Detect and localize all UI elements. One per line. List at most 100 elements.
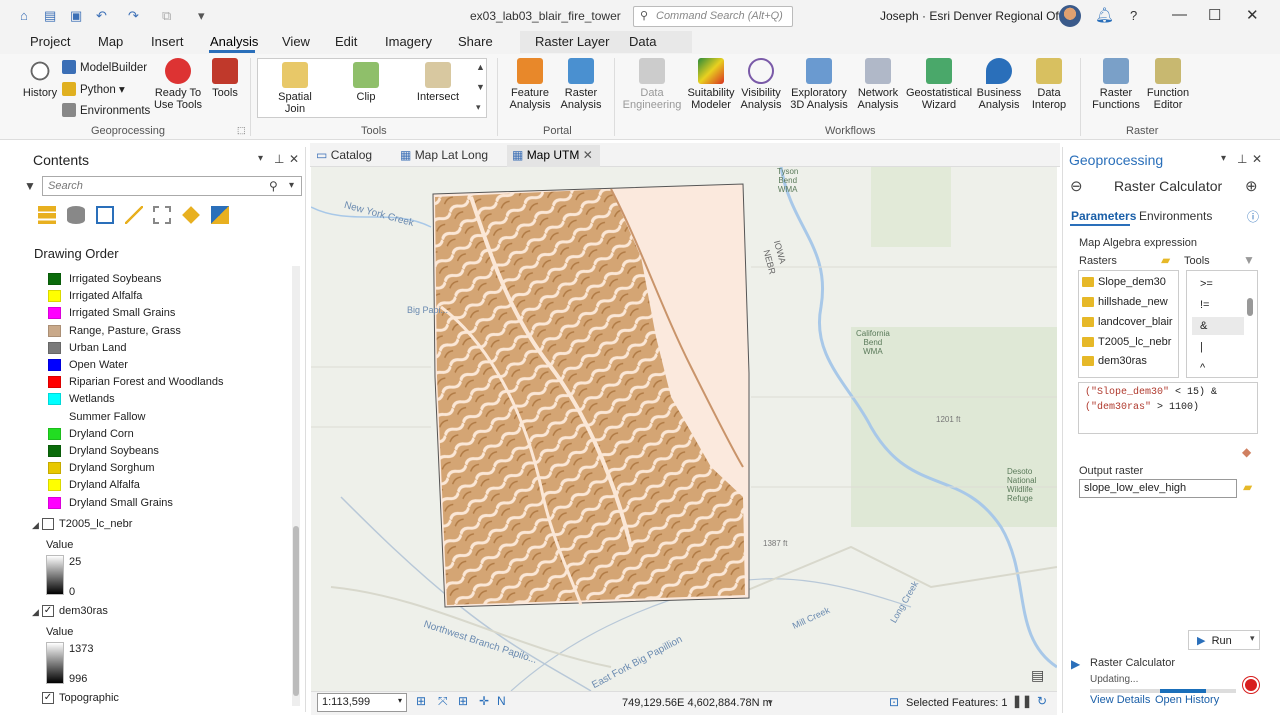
help-icon[interactable]: ? — [1130, 8, 1137, 23]
map-algebra-expression-input[interactable]: ("Slope_dem30" < 15) & ("dem30ras" > 110… — [1078, 382, 1258, 434]
contents-search-input[interactable]: Search — [42, 176, 302, 196]
operators-scroll-thumb[interactable] — [1247, 298, 1253, 316]
command-search-input[interactable]: ⚲ Command Search (Alt+Q) — [633, 6, 793, 27]
folder-icon[interactable]: ▰ — [1161, 253, 1170, 267]
crosshair-icon[interactable]: ✛ — [479, 694, 489, 708]
coordinate-format-icon[interactable]: ▾ — [768, 697, 773, 708]
selection-icon[interactable]: ⊡ — [889, 695, 899, 709]
pause-drawing-icon[interactable]: ❚❚ — [1012, 694, 1032, 708]
selected-features-count[interactable]: Selected Features: 1 — [906, 697, 1008, 709]
exploratory-3d-button[interactable]: Exploratory 3D Analysis — [786, 58, 852, 111]
tab-data[interactable]: Data — [629, 34, 656, 49]
tab-view[interactable]: View — [282, 34, 310, 49]
avatar[interactable] — [1059, 5, 1081, 27]
tab-insert[interactable]: Insert — [151, 34, 184, 49]
data-interop-button[interactable]: Data Interop — [1026, 58, 1072, 111]
gallery-expand-icon[interactable]: ▾ — [476, 102, 481, 113]
redo-icon[interactable]: ↷ — [128, 8, 139, 24]
tab-raster-layer[interactable]: Raster Layer — [535, 34, 609, 49]
tab-map-utm[interactable]: ▦ Map UTM ✕ — [512, 148, 593, 162]
dialog-launcher-icon[interactable]: ⬚ — [237, 125, 246, 136]
save-icon[interactable]: ▣ — [70, 8, 82, 24]
intersect-button[interactable]: Intersect — [414, 62, 462, 103]
customize-chevron-icon[interactable]: ▾ — [198, 8, 205, 24]
close-pane-icon[interactable]: ✕ — [1252, 152, 1262, 166]
search-dropdown-icon[interactable]: ▾ — [289, 180, 294, 191]
list-by-drawing-order-icon[interactable] — [38, 206, 56, 224]
fixed-zoom-icon[interactable]: ⊞ — [416, 694, 426, 708]
business-analysis-button[interactable]: Business Analysis — [976, 58, 1022, 111]
eraser-icon[interactable]: ◆ — [1242, 445, 1251, 459]
layer-visibility-checkbox[interactable] — [42, 518, 54, 530]
list-by-selection-icon[interactable] — [96, 206, 114, 224]
tab-share[interactable]: Share — [458, 34, 493, 49]
ready-to-use-tools-button[interactable]: Ready To Use Tools — [152, 58, 204, 111]
refresh-icon[interactable]: ↻ — [1037, 694, 1047, 708]
tools-button[interactable]: Tools — [208, 58, 242, 99]
tab-map-lat-long[interactable]: ▦ Map Lat Long — [400, 148, 488, 162]
undo-icon[interactable]: ↶ — [96, 8, 107, 24]
raster-item[interactable]: T2005_lc_nebr — [1082, 336, 1171, 348]
function-editor-button[interactable]: Function Editor — [1144, 58, 1192, 111]
operator-item[interactable]: ^ — [1200, 362, 1205, 374]
tab-imagery[interactable]: Imagery — [385, 34, 432, 49]
tab-map[interactable]: Map — [98, 34, 123, 49]
contents-scroll-thumb[interactable] — [293, 526, 299, 696]
map-view[interactable]: New York Creek Big Papi... Northwest Bra… — [311, 167, 1057, 691]
home-icon[interactable]: ⌂ — [20, 8, 28, 23]
layer-dem30ras[interactable]: ✓ dem30ras — [42, 605, 108, 617]
python-button[interactable]: Python ▾ — [62, 82, 125, 96]
add-icon[interactable]: ⊕ — [1245, 177, 1258, 195]
tab-edit[interactable]: Edit — [335, 34, 357, 49]
raster-functions-button[interactable]: Raster Functions — [1092, 58, 1140, 111]
filter-icon[interactable]: ▼ — [1243, 253, 1255, 267]
collapse-icon[interactable]: ◢ — [32, 607, 39, 618]
raster-analysis-button[interactable]: Raster Analysis — [557, 58, 605, 111]
tab-analysis[interactable]: Analysis — [210, 34, 258, 49]
browse-folder-icon[interactable]: ▰ — [1243, 480, 1252, 494]
close-pane-icon[interactable]: ✕ — [289, 152, 299, 166]
operator-item[interactable]: | — [1200, 341, 1203, 353]
collapse-icon[interactable]: ◢ — [32, 520, 39, 531]
raster-item[interactable]: dem30ras — [1082, 355, 1147, 367]
search-icon[interactable]: ⚲ — [269, 179, 278, 193]
modelbuilder-button[interactable]: ModelBuilder — [62, 60, 147, 74]
visibility-analysis-button[interactable]: Visibility Analysis — [738, 58, 784, 111]
minimize-icon[interactable]: — — [1172, 6, 1187, 23]
maximize-icon[interactable]: ☐ — [1208, 6, 1221, 24]
geostatistical-wizard-button[interactable]: Geostatistical Wizard — [904, 58, 974, 111]
layer-visibility-checkbox[interactable]: ✓ — [42, 692, 54, 704]
suitability-modeler-button[interactable]: Suitability Modeler — [684, 58, 738, 111]
grid-icon[interactable]: ⊞ — [458, 694, 468, 708]
gallery-up-icon[interactable]: ▲ — [476, 62, 485, 72]
open-history-link[interactable]: Open History — [1155, 694, 1219, 706]
help-icon[interactable]: ⓘ — [1247, 208, 1259, 225]
raster-item[interactable]: hillshade_new — [1082, 296, 1168, 308]
notifications-icon[interactable]: 🔔︎ — [1095, 6, 1114, 24]
basemap-gallery-icon[interactable]: ▤ — [1031, 667, 1044, 684]
list-by-perspective-icon[interactable] — [211, 206, 229, 224]
back-icon[interactable]: ⊖ — [1070, 177, 1083, 195]
tab-catalog[interactable]: ▭ Catalog — [316, 148, 372, 162]
operator-item[interactable]: != — [1200, 299, 1209, 311]
raster-item[interactable]: Slope_dem30 — [1082, 276, 1166, 288]
north-arrow-icon[interactable]: N — [497, 694, 506, 708]
pane-options-icon[interactable]: ▾ — [258, 153, 263, 164]
view-details-link[interactable]: View Details — [1090, 694, 1150, 706]
open-project-icon[interactable]: ▤ — [44, 8, 56, 24]
gallery-down-icon[interactable]: ▼ — [476, 82, 485, 92]
operator-item[interactable]: & — [1200, 320, 1207, 332]
pan-icon[interactable]: ⤧ — [438, 694, 448, 709]
user-name[interactable]: Joseph · Esri Denver Regional Office — [880, 9, 1077, 23]
stop-button[interactable] — [1243, 677, 1259, 693]
list-by-snapping-icon[interactable] — [153, 206, 171, 224]
raster-item[interactable]: landcover_blair — [1082, 316, 1173, 328]
layer-visibility-checkbox[interactable]: ✓ — [42, 605, 54, 617]
output-raster-input[interactable]: slope_low_elev_high — [1079, 479, 1237, 498]
run-options-icon[interactable]: ▾ — [1250, 633, 1255, 644]
pin-icon[interactable]: ⊥ — [1237, 152, 1247, 166]
tab-project[interactable]: Project — [30, 34, 70, 49]
history-button[interactable]: History — [22, 58, 58, 99]
pin-icon[interactable]: ⊥ — [274, 152, 284, 166]
feature-analysis-button[interactable]: Feature Analysis — [507, 58, 553, 111]
